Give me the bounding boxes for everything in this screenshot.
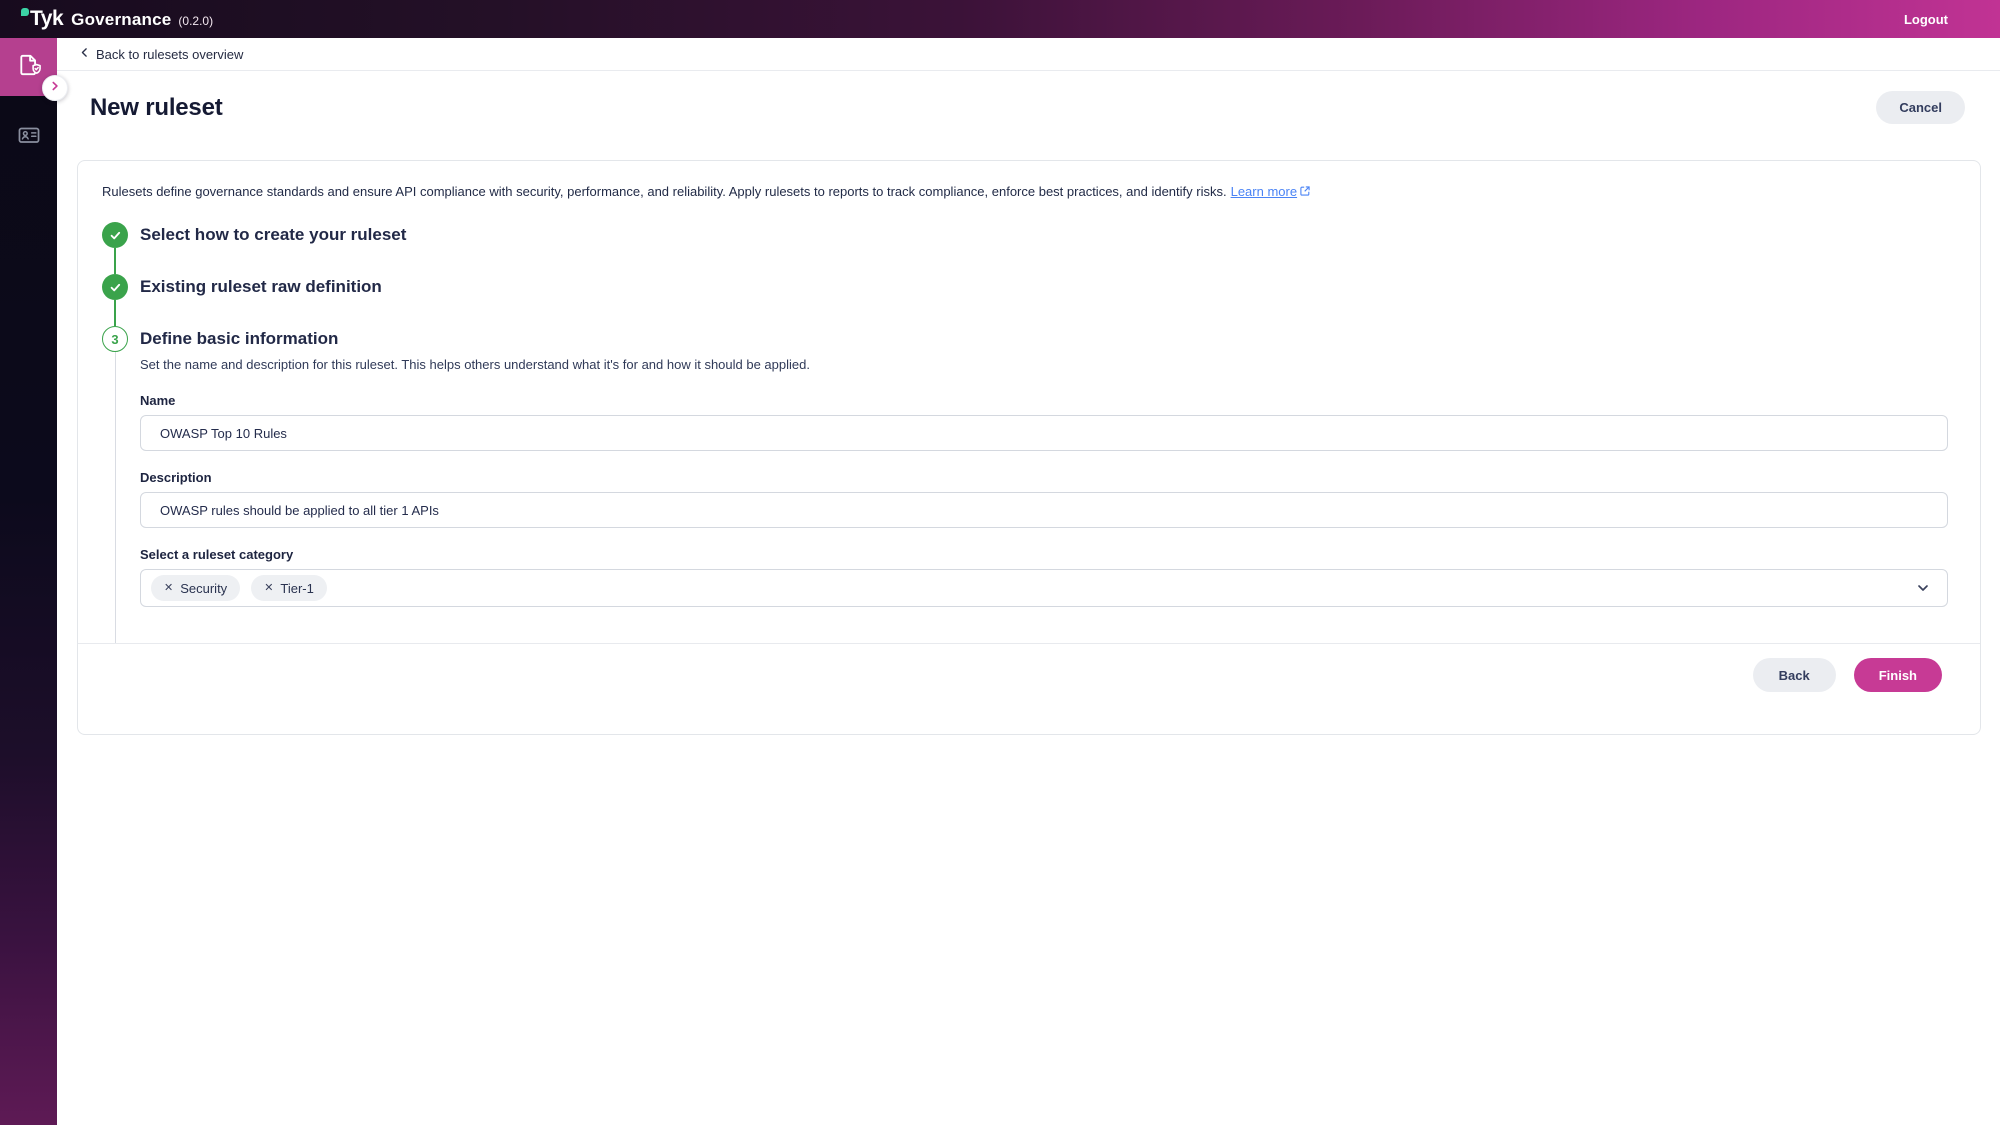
category-tag-tier1: ✕ Tier-1 bbox=[251, 575, 327, 601]
main-content: Back to rulesets overview New ruleset Ca… bbox=[57, 38, 2000, 1125]
ruleset-wizard-card: Rulesets define governance standards and… bbox=[77, 160, 1981, 735]
step-3-body: Define basic information Set the name an… bbox=[128, 326, 1948, 643]
brand-name: Tyk bbox=[30, 7, 63, 30]
remove-tag-icon[interactable]: ✕ bbox=[164, 583, 173, 594]
intro-text: Rulesets define governance standards and… bbox=[102, 184, 1227, 199]
page-title: New ruleset bbox=[90, 94, 223, 122]
id-card-icon bbox=[16, 122, 42, 153]
step-1: Select how to create your ruleset bbox=[102, 222, 1948, 274]
external-link-icon bbox=[1300, 183, 1310, 200]
wizard-stepper: Select how to create your ruleset Existi… bbox=[78, 200, 1980, 643]
chevron-right-icon bbox=[48, 79, 62, 98]
step-3-title: Define basic information bbox=[140, 326, 1948, 352]
cancel-button[interactable]: Cancel bbox=[1876, 91, 1965, 124]
step-1-title: Select how to create your ruleset bbox=[140, 222, 1948, 248]
step-2: Existing ruleset raw definition bbox=[102, 274, 1948, 326]
page-header: New ruleset Cancel bbox=[90, 91, 1965, 124]
sidebar-expand-toggle[interactable] bbox=[42, 75, 68, 101]
step-2-body: Existing ruleset raw definition bbox=[128, 274, 1948, 326]
connector-line bbox=[114, 248, 116, 274]
connector-line bbox=[114, 300, 116, 326]
top-bar: Tyk Governance (0.2.0) Logout bbox=[0, 0, 2000, 38]
sidebar-item-reports[interactable] bbox=[0, 114, 57, 160]
chevron-left-icon bbox=[78, 46, 91, 62]
document-shield-icon bbox=[16, 52, 42, 83]
description-input[interactable] bbox=[140, 492, 1948, 528]
version-label: (0.2.0) bbox=[178, 14, 213, 28]
back-link-label: Back to rulesets overview bbox=[96, 47, 243, 62]
back-bar: Back to rulesets overview bbox=[57, 38, 2000, 71]
step-3: 3 Define basic information Set the name … bbox=[102, 326, 1948, 643]
finish-button[interactable]: Finish bbox=[1854, 658, 1942, 692]
name-field-group: Name bbox=[140, 393, 1948, 451]
back-button[interactable]: Back bbox=[1753, 658, 1836, 692]
step-2-check-icon bbox=[102, 274, 128, 300]
intro-paragraph: Rulesets define governance standards and… bbox=[78, 161, 1980, 200]
step-1-rail bbox=[102, 222, 128, 274]
chevron-down-icon bbox=[1915, 580, 1931, 596]
category-tag-security: ✕ Security bbox=[151, 575, 240, 601]
category-field-group: Select a ruleset category ✕ Security ✕ T… bbox=[140, 547, 1948, 607]
step-2-title: Existing ruleset raw definition bbox=[140, 274, 1948, 300]
sidebar bbox=[0, 38, 57, 1125]
step-1-check-icon bbox=[102, 222, 128, 248]
tyk-logo: Tyk bbox=[30, 7, 63, 31]
tyk-logo-dot-icon bbox=[21, 8, 29, 16]
back-to-rulesets-link[interactable]: Back to rulesets overview bbox=[78, 46, 243, 62]
product-name: Governance bbox=[71, 10, 171, 30]
category-label: Select a ruleset category bbox=[140, 547, 1948, 562]
name-input[interactable] bbox=[140, 415, 1948, 451]
learn-more-label: Learn more bbox=[1231, 184, 1297, 199]
tag-label: Tier-1 bbox=[280, 581, 313, 596]
category-multiselect[interactable]: ✕ Security ✕ Tier-1 bbox=[140, 569, 1948, 607]
remove-tag-icon[interactable]: ✕ bbox=[264, 583, 273, 594]
description-label: Description bbox=[140, 470, 1948, 485]
step-3-description: Set the name and description for this ru… bbox=[140, 356, 1948, 374]
step-3-number-badge: 3 bbox=[102, 326, 128, 352]
name-label: Name bbox=[140, 393, 1948, 408]
learn-more-link[interactable]: Learn more bbox=[1231, 184, 1310, 199]
tag-label: Security bbox=[180, 581, 227, 596]
wizard-footer: Back Finish bbox=[78, 643, 1980, 734]
step-3-rail: 3 bbox=[102, 326, 128, 643]
connector-line bbox=[115, 352, 116, 643]
brand-logo: Tyk Governance (0.2.0) bbox=[30, 7, 213, 31]
step-1-body: Select how to create your ruleset bbox=[128, 222, 1948, 274]
description-field-group: Description bbox=[140, 470, 1948, 528]
step-2-rail bbox=[102, 274, 128, 326]
logout-button[interactable]: Logout bbox=[1904, 12, 1948, 27]
